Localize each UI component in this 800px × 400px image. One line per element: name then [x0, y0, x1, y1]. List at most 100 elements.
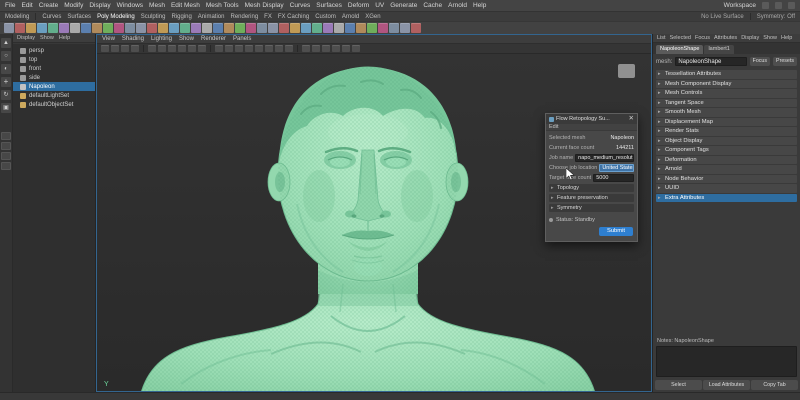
menu-display[interactable]: Display	[89, 2, 110, 9]
shelf-tool-icon[interactable]	[356, 23, 366, 33]
viewport-toolbar-icon[interactable]	[265, 45, 273, 52]
outliner-item-persp[interactable]: persp	[13, 46, 95, 55]
viewport-toolbar-icon[interactable]	[245, 45, 253, 52]
viewport-overlay-box[interactable]	[618, 64, 635, 78]
symmetry-section-header[interactable]: Symmetry	[549, 204, 634, 212]
viewport-toolbar-icon[interactable]	[148, 45, 156, 52]
section-arnold[interactable]: Arnold	[656, 165, 797, 174]
shelf-tab-animation[interactable]: Animation	[198, 14, 225, 20]
history-icon[interactable]	[775, 2, 782, 9]
section-mesh-controls[interactable]: Mesh Controls	[656, 89, 797, 98]
move-tool[interactable]	[1, 77, 11, 87]
section-smooth-mesh[interactable]: Smooth Mesh	[656, 108, 797, 117]
shelf-tool-icon[interactable]	[15, 23, 25, 33]
shelf-tool-icon[interactable]	[367, 23, 377, 33]
viewport-toolbar-icon[interactable]	[168, 45, 176, 52]
shelf-tab-surfaces[interactable]: Surfaces	[67, 14, 91, 20]
menu-generate[interactable]: Generate	[390, 2, 417, 9]
dialog-titlebar[interactable]: Flow Retopology Su... ✕	[546, 114, 637, 124]
shelf-tab-curves[interactable]: Curves	[42, 14, 61, 20]
shelf-tool-icon[interactable]	[114, 23, 124, 33]
shelf-tool-icon[interactable]	[279, 23, 289, 33]
shelf-tool-icon[interactable]	[136, 23, 146, 33]
shelf-tool-icon[interactable]	[202, 23, 212, 33]
menu-help[interactable]: Help	[473, 2, 486, 9]
viewport-toolbar-icon[interactable]	[178, 45, 186, 52]
outliner-menu-show[interactable]: Show	[40, 35, 54, 41]
vp-menu-lighting[interactable]: Lighting	[151, 36, 172, 42]
shelf-tool-icon[interactable]	[290, 23, 300, 33]
viewport-toolbar-icon[interactable]	[198, 45, 206, 52]
menu-cache[interactable]: Cache	[423, 2, 442, 9]
section-uuid[interactable]: UUID	[656, 184, 797, 193]
focus-button[interactable]: Focus	[749, 57, 771, 66]
job-location-dropdown[interactable]: United States	[599, 164, 634, 172]
shelf-tool-icon[interactable]	[169, 23, 179, 33]
menu-mesh-display[interactable]: Mesh Display	[245, 2, 284, 9]
rotate-tool[interactable]	[1, 90, 11, 100]
shelf-tool-icon[interactable]	[389, 23, 399, 33]
menuset-selector[interactable]: Modeling	[5, 14, 29, 20]
viewport-toolbar-icon[interactable]	[322, 45, 330, 52]
shelf-tool-icon[interactable]	[268, 23, 278, 33]
ae-menu-attributes[interactable]: Attributes	[714, 35, 737, 41]
viewport-toolbar-icon[interactable]	[158, 45, 166, 52]
shelf-tool-icon[interactable]	[378, 23, 388, 33]
outliner-menu-help[interactable]: Help	[59, 35, 70, 41]
viewport-toolbar-icon[interactable]	[302, 45, 310, 52]
menu-file[interactable]: File	[5, 2, 15, 9]
feature-preservation-section-header[interactable]: Feature preservation	[549, 194, 634, 202]
shelf-tool-icon[interactable]	[158, 23, 168, 33]
lasso-tool[interactable]	[1, 51, 11, 61]
layout-single-pane-button[interactable]	[1, 132, 11, 140]
menu-edit-mesh[interactable]: Edit Mesh	[171, 2, 200, 9]
viewport-toolbar-icon[interactable]	[312, 45, 320, 52]
shelf-tool-icon[interactable]	[59, 23, 69, 33]
shelf-tool-icon[interactable]	[125, 23, 135, 33]
shelf-tool-icon[interactable]	[103, 23, 113, 33]
select-tool[interactable]	[1, 38, 11, 48]
layout-four-pane-button[interactable]	[1, 142, 11, 150]
vp-menu-renderer[interactable]: Renderer	[201, 36, 226, 42]
viewport-toolbar-icon[interactable]	[111, 45, 119, 52]
viewport-toolbar-icon[interactable]	[285, 45, 293, 52]
layout-persp-outliner-button[interactable]	[1, 152, 11, 160]
shelf-tool-icon[interactable]	[37, 23, 47, 33]
select-button[interactable]: Select	[655, 380, 702, 390]
menu-deform[interactable]: Deform	[348, 2, 369, 9]
scale-tool[interactable]	[1, 103, 11, 113]
section-node-behavior[interactable]: Node Behavior	[656, 174, 797, 183]
shelf-tool-icon[interactable]	[224, 23, 234, 33]
ae-menu-help[interactable]: Help	[781, 35, 792, 41]
viewport-toolbar-icon[interactable]	[131, 45, 139, 52]
close-icon[interactable]: ✕	[629, 114, 634, 124]
shelf-tab-poly-modeling[interactable]: Poly Modeling	[97, 14, 135, 20]
menu-arnold[interactable]: Arnold	[448, 2, 467, 9]
paint-select-tool[interactable]	[1, 64, 11, 74]
tab-lambert1[interactable]: lambert1	[704, 45, 734, 54]
layout-custom-button[interactable]	[1, 162, 11, 170]
shelf-tab-rigging[interactable]: Rigging	[171, 14, 191, 20]
menu-uv[interactable]: UV	[375, 2, 384, 9]
section-object-display[interactable]: Object Display	[656, 136, 797, 145]
vp-menu-view[interactable]: View	[102, 36, 115, 42]
shelf-tab-custom[interactable]: Custom	[315, 14, 336, 20]
shelf-tool-icon[interactable]	[4, 23, 14, 33]
menu-mesh[interactable]: Mesh	[149, 2, 165, 9]
copy-tab-button[interactable]: Copy Tab	[751, 380, 798, 390]
ae-menu-selected[interactable]: Selected	[670, 35, 691, 41]
shelf-tool-icon[interactable]	[312, 23, 322, 33]
outliner-item-default-light-set[interactable]: defaultLightSet	[13, 91, 95, 100]
outliner-item-front[interactable]: front	[13, 64, 95, 73]
ae-menu-list[interactable]: List	[657, 35, 666, 41]
viewport-toolbar-icon[interactable]	[188, 45, 196, 52]
shelf-tool-icon[interactable]	[213, 23, 223, 33]
shelf-tool-icon[interactable]	[400, 23, 410, 33]
viewport-toolbar-icon[interactable]	[101, 45, 109, 52]
shelf-tool-icon[interactable]	[147, 23, 157, 33]
workspace-selector[interactable]: Workspace	[724, 2, 756, 9]
shelf-tool-icon[interactable]	[26, 23, 36, 33]
menu-mesh-tools[interactable]: Mesh Tools	[206, 2, 239, 9]
section-component-tags[interactable]: Component Tags	[656, 146, 797, 155]
ae-menu-show[interactable]: Show	[763, 35, 777, 41]
